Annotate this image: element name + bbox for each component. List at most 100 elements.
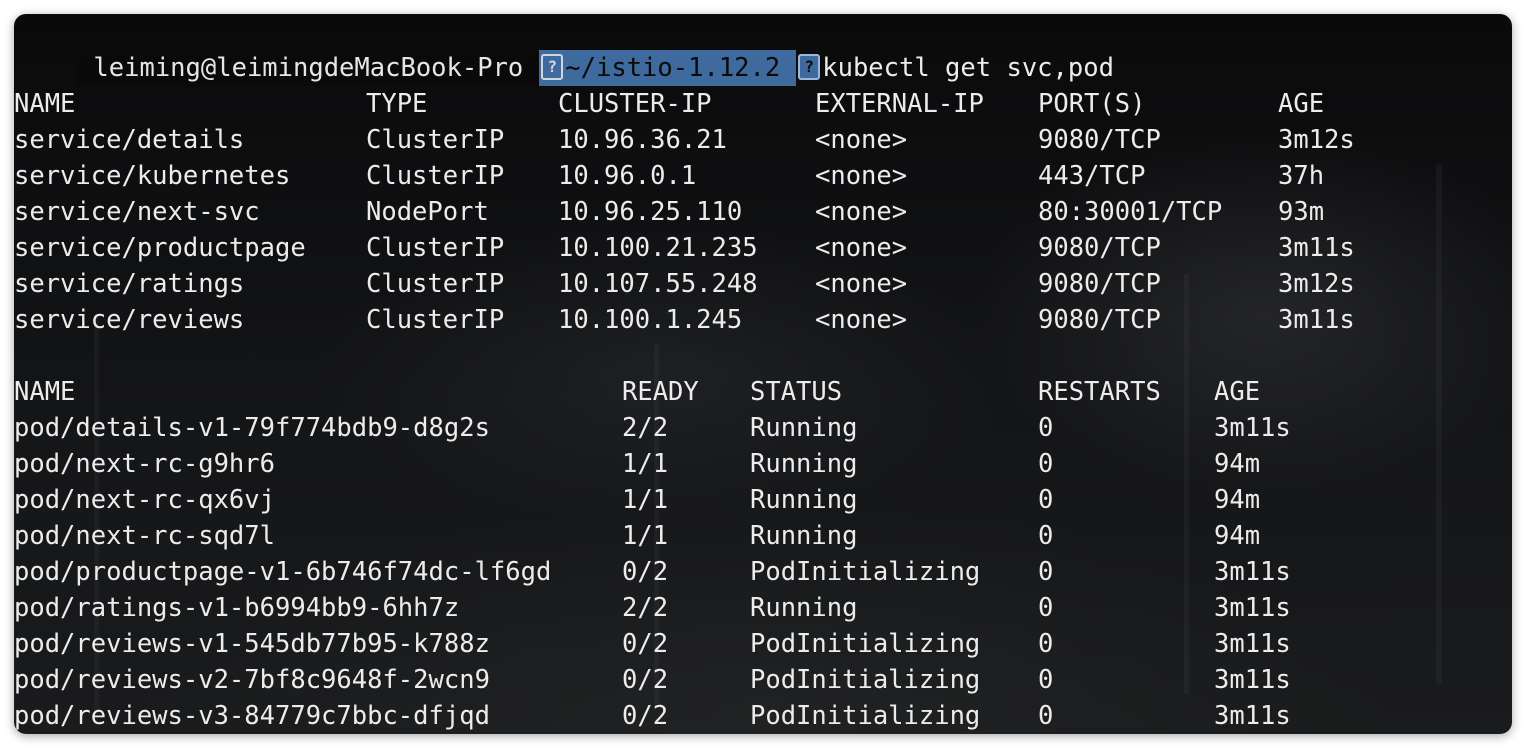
pod-restarts: 0 [1038, 521, 1054, 551]
service-name: service/reviews [14, 305, 245, 335]
service-type: ClusterIP [366, 269, 505, 299]
unknown-glyph-icon: ? [798, 54, 821, 80]
service-external-ip: <none> [815, 197, 908, 227]
pod-age: 3m11s [1214, 557, 1291, 587]
services-header-name: NAME [14, 89, 76, 119]
pods-header-row: NAME READY STATUS RESTARTS AGE [14, 374, 1260, 410]
pods-header-status: STATUS [750, 377, 843, 407]
service-ports: 9080/TCP [1038, 125, 1161, 155]
services-header-external-ip: EXTERNAL-IP [815, 89, 984, 119]
pod-status: Running [750, 449, 858, 479]
service-name: service/kubernetes [14, 161, 291, 191]
service-type: NodePort [366, 197, 489, 227]
pod-status: PodInitializing [750, 665, 981, 695]
service-name: service/details [14, 125, 245, 155]
pods-header-restarts: RESTARTS [1038, 377, 1161, 407]
table-row: pod/details-v1-79f774bdb9-d8g2s 2/2 Runn… [14, 410, 1291, 446]
pod-ready: 1/1 [622, 521, 669, 551]
pod-age: 3m11s [1214, 593, 1291, 623]
pod-restarts: 0 [1038, 701, 1054, 731]
pod-ready: 2/2 [622, 413, 669, 443]
service-cluster-ip: 10.107.55.248 [558, 269, 758, 299]
service-type: ClusterIP [366, 161, 505, 191]
service-external-ip: <none> [815, 125, 908, 155]
service-age: 3m12s [1278, 269, 1355, 299]
pod-name: pod/reviews-v2-7bf8c9648f-2wcn9 [14, 665, 490, 695]
pods-header-ready: READY [622, 377, 699, 407]
unknown-glyph-icon: ? [541, 54, 564, 80]
pod-ready: 0/2 [622, 665, 669, 695]
service-cluster-ip: 10.96.0.1 [558, 161, 697, 191]
table-row: pod/next-rc-g9hr6 1/1 Running 0 94m [14, 446, 1260, 482]
terminal-window[interactable]: leiming@leimingdeMacBook-Pro? ~/istio-1.1… [14, 14, 1512, 734]
service-type: ClusterIP [366, 125, 505, 155]
pod-restarts: 0 [1038, 629, 1054, 659]
pod-name: pod/next-rc-g9hr6 [14, 449, 275, 479]
pod-name: pod/details-v1-79f774bdb9-d8g2s [14, 413, 490, 443]
table-row: pod/productpage-v1-6b746f74dc-lf6gd 0/2 … [14, 554, 1291, 590]
pod-status: PodInitializing [750, 629, 981, 659]
pods-header-age: AGE [1214, 377, 1261, 407]
services-header-type: TYPE [366, 89, 428, 119]
pod-restarts: 0 [1038, 449, 1054, 479]
service-age: 3m12s [1278, 125, 1355, 155]
pod-restarts: 0 [1038, 557, 1054, 587]
service-name: service/ratings [14, 269, 245, 299]
pod-name: pod/reviews-v1-545db77b95-k788z [14, 629, 490, 659]
pod-ready: 0/2 [622, 557, 669, 587]
pod-status: PodInitializing [750, 557, 981, 587]
table-row: service/next-svc NodePort 10.96.25.110 <… [14, 194, 1324, 230]
pod-age: 3m11s [1214, 413, 1291, 443]
table-row: service/reviews ClusterIP 10.100.1.245 <… [14, 302, 1355, 338]
table-row: pod/next-rc-qx6vj 1/1 Running 0 94m [14, 482, 1260, 518]
service-cluster-ip: 10.96.36.21 [558, 125, 727, 155]
pod-restarts: 0 [1038, 593, 1054, 623]
pods-header-name: NAME [14, 377, 76, 407]
pod-status: Running [750, 593, 858, 623]
pod-name: pod/next-rc-sqd7l [14, 521, 275, 551]
background-mast [1184, 274, 1189, 694]
prompt-user-host: leiming@leimingdeMacBook-Pro [75, 50, 540, 86]
table-row: pod/reviews-v1-545db77b95-k788z 0/2 PodI… [14, 626, 1291, 662]
services-header-age: AGE [1278, 89, 1325, 119]
prompt-command: kubectl get svc,pod [822, 53, 1114, 83]
table-row: service/details ClusterIP 10.96.36.21 <n… [14, 122, 1355, 158]
pod-age: 94m [1214, 521, 1261, 551]
service-ports: 9080/TCP [1038, 233, 1161, 263]
table-row: pod/reviews-v2-7bf8c9648f-2wcn9 0/2 PodI… [14, 662, 1291, 698]
table-row: service/kubernetes ClusterIP 10.96.0.1 <… [14, 158, 1324, 194]
pod-name: pod/ratings-v1-b6994bb9-6hh7z [14, 593, 460, 623]
pod-ready: 0/2 [622, 629, 669, 659]
services-header-cluster-ip: CLUSTER-IP [558, 89, 712, 119]
service-ports: 9080/TCP [1038, 305, 1161, 335]
pod-ready: 0/2 [622, 701, 669, 731]
table-row: pod/next-rc-sqd7l 1/1 Running 0 94m [14, 518, 1260, 554]
pod-name: pod/next-rc-qx6vj [14, 485, 275, 515]
table-row: service/ratings ClusterIP 10.107.55.248 … [14, 266, 1355, 302]
pod-age: 94m [1214, 485, 1261, 515]
service-ports: 80:30001/TCP [1038, 197, 1223, 227]
pod-status: Running [750, 521, 858, 551]
service-external-ip: <none> [815, 161, 908, 191]
service-ports: 443/TCP [1038, 161, 1146, 191]
table-row: service/productpage ClusterIP 10.100.21.… [14, 230, 1355, 266]
pod-ready: 1/1 [622, 449, 669, 479]
service-ports: 9080/TCP [1038, 269, 1161, 299]
pod-status: PodInitializing [750, 701, 981, 731]
pod-ready: 2/2 [622, 593, 669, 623]
service-external-ip: <none> [815, 269, 908, 299]
services-header-row: NAME TYPE CLUSTER-IP EXTERNAL-IP PORT(S)… [14, 86, 1324, 122]
service-name: service/next-svc [14, 197, 260, 227]
table-row: pod/reviews-v3-84779c7bbc-dfjqd 0/2 PodI… [14, 698, 1291, 734]
pod-ready: 1/1 [622, 485, 669, 515]
prompt-path: ~/istio-1.12.2 [565, 53, 781, 83]
pod-name: pod/reviews-v3-84779c7bbc-dfjqd [14, 701, 490, 731]
service-external-ip: <none> [815, 305, 908, 335]
pod-restarts: 0 [1038, 413, 1054, 443]
pod-age: 3m11s [1214, 629, 1291, 659]
pod-age: 3m11s [1214, 701, 1291, 731]
service-age: 3m11s [1278, 305, 1355, 335]
pod-name: pod/productpage-v1-6b746f74dc-lf6gd [14, 557, 552, 587]
prompt-command-segment: ? kubectl get svc,pod [796, 50, 1114, 86]
pod-age: 3m11s [1214, 665, 1291, 695]
